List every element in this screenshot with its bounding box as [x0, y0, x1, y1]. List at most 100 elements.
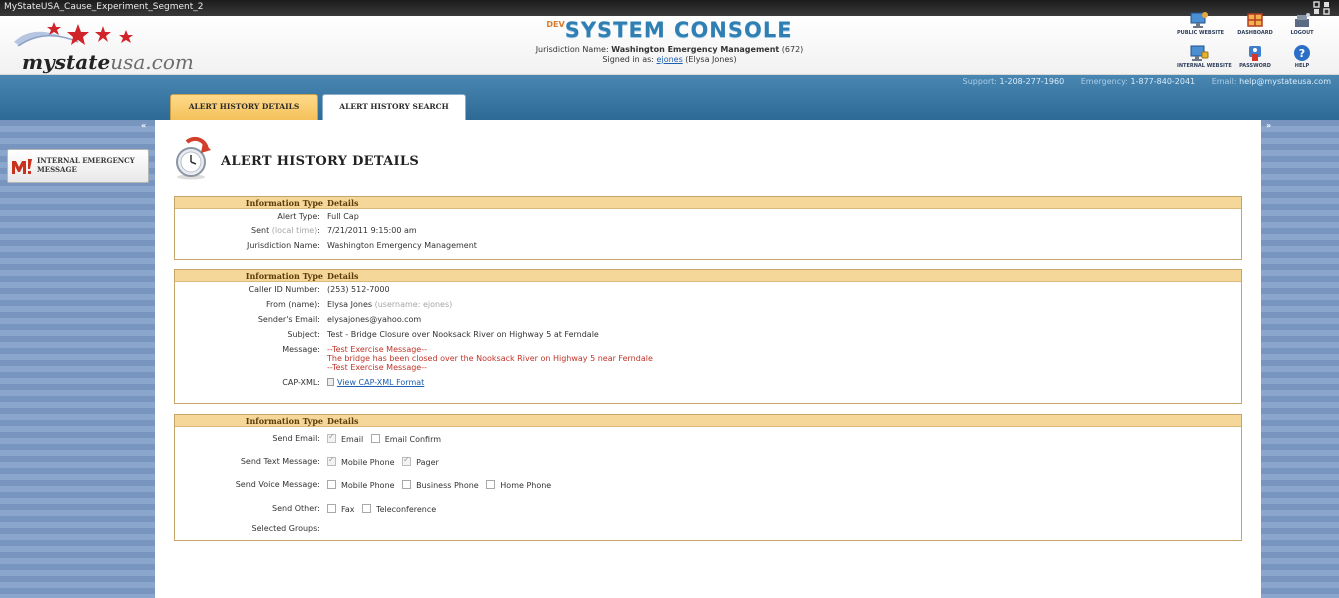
message-line: --Test Exercise Message-- — [327, 363, 428, 372]
sent-label: Sent (local time): — [251, 226, 320, 235]
home-phone-label: Home Phone — [500, 481, 552, 490]
email-option-label: Email — [341, 435, 364, 444]
sent-label-text: Sent — [251, 226, 270, 235]
left-sidebar — [0, 120, 155, 598]
subject-value: Test - Bridge Closure over Nooksack Rive… — [327, 330, 599, 339]
signed-in-label: Signed in as: — [602, 55, 654, 64]
jurisdiction-name-value: Washington Emergency Management — [327, 241, 477, 250]
table-header: Information Type Details — [175, 197, 1241, 209]
system-console-title: SYSTEM CONSOLE — [564, 18, 793, 42]
password-icon — [1249, 46, 1261, 61]
home-phone-checkbox[interactable] — [486, 480, 496, 489]
from-name: Elysa Jones — [327, 300, 373, 309]
jurisdiction-label: Jurisdiction Name: — [535, 45, 609, 54]
logout-icon — [1295, 13, 1310, 27]
selected-groups-label: Selected Groups: — [251, 524, 320, 533]
table-row: Alert Type: Full Cap — [175, 209, 1241, 224]
internal-website-button[interactable]: INTERNAL WEBSITE — [1177, 44, 1232, 69]
sent-colon: : — [317, 226, 320, 235]
column-header-information-type: Information Type — [245, 198, 323, 208]
tab-alert-history-search[interactable]: ALERT HISTORY SEARCH — [322, 94, 466, 120]
public-website-icon — [1190, 12, 1208, 28]
email-confirm-checkbox[interactable] — [370, 434, 380, 443]
jurisdiction-name-label: Jurisdiction Name: — [247, 241, 320, 250]
jurisdiction-info: Jurisdiction Name: Washington Emergency … — [0, 45, 1339, 65]
send-voice-label: Send Voice Message: — [235, 480, 320, 489]
business-phone-checkbox[interactable] — [402, 480, 412, 489]
subject-label: Subject: — [287, 330, 320, 339]
table-row: CAP-XML: View CAP-XML Format — [175, 377, 1241, 391]
signed-in-user-link[interactable]: ejones — [657, 55, 683, 64]
internal-website-icon — [1190, 45, 1209, 61]
email-checkbox[interactable] — [327, 432, 336, 443]
jurisdiction-id: (672) — [781, 45, 804, 54]
emergency-label: Emergency: — [1080, 77, 1128, 86]
tab-alert-history-details[interactable]: ALERT HISTORY DETAILS — [170, 94, 318, 120]
email-label: Email: — [1211, 77, 1237, 86]
send-other-options: Fax Teleconference — [327, 504, 441, 514]
sender-email-value: elysajones@yahoo.com — [327, 315, 422, 324]
text-mobile-phone-label: Mobile Phone — [341, 458, 395, 467]
sidebar-item-internal-emergency-message[interactable]: INTERNAL EMERGENCY MESSAGE — [7, 149, 149, 183]
table-row: From (name): Elysa Jones (username: ejon… — [175, 298, 1241, 313]
jurisdiction-name: Washington Emergency Management — [611, 45, 780, 54]
message-value: --Test Exercise Message-- The bridge has… — [327, 345, 653, 372]
column-header-details: Details — [327, 416, 359, 426]
logout-button[interactable]: LOGOUT — [1280, 11, 1324, 36]
from-username-note: (username: ejones) — [374, 300, 453, 309]
sent-value: 7/21/2011 9:15:00 am — [327, 226, 417, 235]
support-label: Support: — [962, 77, 997, 86]
caller-id-label: Caller ID Number: — [248, 285, 320, 294]
view-cap-xml-link[interactable]: View CAP-XML Format — [337, 378, 424, 387]
table-row: Send Email: Email Email Confirm — [175, 427, 1241, 450]
table-row: Jurisdiction Name: Washington Emergency … — [175, 239, 1241, 254]
console-title: DEVSYSTEM CONSOLE — [0, 18, 1339, 42]
send-other-label: Send Other: — [272, 504, 320, 513]
support-email[interactable]: help@mystateusa.com — [1239, 77, 1331, 86]
cap-xml-value: View CAP-XML Format — [327, 378, 424, 387]
document-icon — [327, 378, 334, 386]
dev-badge: DEV — [546, 20, 565, 29]
sender-email-label: Sender's Email: — [257, 315, 320, 324]
table-row: Sender's Email: elysajones@yahoo.com — [175, 313, 1241, 328]
sidebar-item-label-line1: INTERNAL EMERGENCY — [37, 156, 135, 165]
right-sidebar — [1261, 120, 1339, 598]
caller-id-value: (253) 512-7000 — [327, 285, 390, 294]
dashboard-label: DASHBOARD — [1237, 30, 1273, 36]
from-name-label: From (name): — [266, 300, 320, 309]
column-header-details: Details — [327, 198, 359, 208]
pager-label: Pager — [416, 458, 439, 467]
alert-summary-table: Information Type Details Alert Type: Ful… — [174, 196, 1242, 260]
from-name-value: Elysa Jones (username: ejones) — [327, 300, 452, 309]
column-header-information-type: Information Type — [245, 416, 323, 426]
public-website-label: PUBLIC WEBSITE — [1177, 30, 1225, 36]
message-line: --Test Exercise Message-- — [327, 345, 428, 354]
table-row: Selected Groups: — [175, 521, 1241, 539]
password-button[interactable]: PASSWORD — [1233, 44, 1277, 69]
signed-in-name: (Elysa Jones) — [685, 55, 737, 64]
window-title: MyStateUSA_Cause_Experiment_Segment_2 — [4, 2, 204, 12]
text-mobile-phone-checkbox[interactable] — [327, 455, 336, 466]
emergency-phone: 1-877-840-2041 — [1130, 77, 1196, 86]
alert-type-label: Alert Type: — [277, 212, 320, 221]
page-title: ALERT HISTORY DETAILS — [221, 154, 420, 169]
pager-checkbox[interactable] — [402, 455, 412, 466]
collapse-left-icon[interactable]: « — [141, 121, 146, 130]
internal-website-label: INTERNAL WEBSITE — [1177, 63, 1232, 69]
internal-message-logo-icon — [12, 159, 32, 174]
sent-note: (local time) — [271, 226, 318, 235]
send-voice-options: Mobile Phone Business Phone Home Phone — [327, 480, 556, 490]
help-button[interactable]: ? HELP — [1280, 44, 1324, 69]
fax-checkbox[interactable] — [327, 504, 336, 513]
table-header: Information Type Details — [175, 270, 1241, 282]
voice-mobile-phone-checkbox[interactable] — [327, 480, 336, 489]
dashboard-button[interactable]: DASHBOARD — [1233, 11, 1277, 36]
table-row: Subject: Test - Bridge Closure over Nook… — [175, 328, 1241, 343]
alert-message-table: Information Type Details Caller ID Numbe… — [174, 269, 1242, 404]
teleconference-checkbox[interactable] — [362, 504, 372, 513]
fax-label: Fax — [341, 505, 355, 514]
app-header: mystateusa.com DEVSYSTEM CONSOLE Jurisdi… — [0, 12, 1339, 75]
password-label: PASSWORD — [1239, 63, 1271, 69]
public-website-button[interactable]: PUBLIC WEBSITE — [1177, 11, 1225, 36]
expand-right-icon[interactable]: » — [1266, 121, 1271, 130]
